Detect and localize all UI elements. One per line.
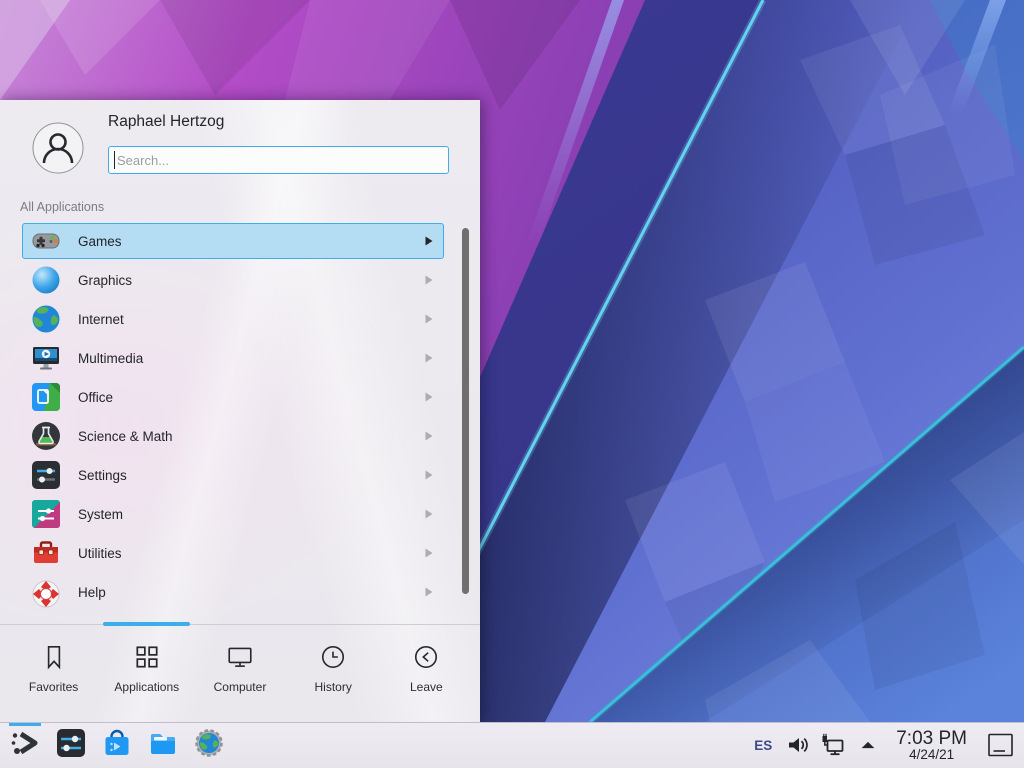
user-avatar[interactable]: [32, 122, 84, 174]
multimedia-monitor-icon: [30, 342, 62, 374]
chevron-right-icon: [425, 509, 433, 519]
scrollbar-thumb[interactable]: [462, 228, 469, 594]
category-games[interactable]: Games: [22, 223, 444, 259]
category-label: Utilities: [78, 546, 425, 561]
category-science-math[interactable]: Science & Math: [22, 418, 444, 454]
computer-monitor-icon: [226, 643, 254, 671]
system-settings-button[interactable]: [52, 727, 90, 765]
chevron-right-icon: [425, 236, 433, 246]
chevron-right-icon: [425, 431, 433, 441]
help-lifebuoy-icon: [30, 576, 62, 608]
system-tray: ES: [754, 729, 1014, 762]
games-gamepad-icon: [30, 225, 62, 257]
show-desktop-icon: [987, 731, 1014, 759]
category-label: Settings: [78, 468, 425, 483]
category-label: Games: [78, 234, 425, 249]
search-input[interactable]: [108, 146, 449, 174]
kickoff-icon: [9, 727, 41, 764]
clock-time: 7:03 PM: [896, 729, 967, 748]
tab-label: Leave: [410, 680, 443, 694]
keyboard-layout-indicator[interactable]: ES: [754, 738, 772, 753]
tab-label: Favorites: [29, 680, 78, 694]
volume-icon[interactable]: [785, 732, 811, 758]
folder-icon: [147, 727, 179, 764]
category-office[interactable]: Office: [22, 379, 444, 415]
chevron-right-icon: [425, 314, 433, 324]
active-task-indicator: [9, 723, 41, 726]
chevron-right-icon: [425, 275, 433, 285]
chevron-right-icon: [425, 587, 433, 597]
utilities-toolbox-icon: [30, 537, 62, 569]
file-manager-button[interactable]: [144, 727, 182, 765]
category-label: Science & Math: [78, 429, 425, 444]
category-utilities[interactable]: Utilities: [22, 535, 444, 571]
globe-gear-icon: [193, 727, 225, 764]
category-label: System: [78, 507, 425, 522]
show-desktop-button[interactable]: [987, 731, 1014, 759]
digital-clock[interactable]: 7:03 PM 4/24/21: [896, 729, 967, 762]
app-grid-icon: [133, 643, 161, 671]
category-settings[interactable]: Settings: [22, 457, 444, 493]
discover-bag-icon: [101, 727, 133, 764]
category-multimedia[interactable]: Multimedia: [22, 340, 444, 376]
application-launcher-button[interactable]: [6, 727, 44, 765]
chevron-right-icon: [425, 470, 433, 480]
category-internet[interactable]: Internet: [22, 301, 444, 337]
web-browser-button[interactable]: [190, 727, 228, 765]
graphics-sphere-icon: [30, 264, 62, 296]
section-label: All Applications: [20, 200, 104, 214]
application-launcher-popup: Raphael Hertzog All Applications: [0, 100, 480, 722]
tab-history[interactable]: History: [287, 625, 380, 722]
tab-favorites[interactable]: Favorites: [7, 625, 100, 722]
settings-sliders-icon: [30, 459, 62, 491]
category-label: Help: [78, 585, 425, 600]
office-document-icon: [30, 381, 62, 413]
clock-date: 4/24/21: [896, 748, 967, 762]
chevron-right-icon: [425, 548, 433, 558]
chevron-right-icon: [425, 353, 433, 363]
category-label: Internet: [78, 312, 425, 327]
tab-label: History: [314, 680, 351, 694]
chevron-right-icon: [425, 392, 433, 402]
category-graphics[interactable]: Graphics: [22, 262, 444, 298]
tab-label: Applications: [114, 680, 179, 694]
leave-back-icon: [412, 643, 440, 671]
tab-label: Computer: [214, 680, 267, 694]
category-list: Games Graphics: [0, 220, 480, 623]
desktop: Raphael Hertzog All Applications: [0, 0, 1024, 768]
active-tab-indicator: [103, 622, 190, 626]
science-flask-icon: [30, 420, 62, 452]
category-label: Multimedia: [78, 351, 425, 366]
internet-globe-icon: [30, 303, 62, 335]
category-help[interactable]: Help: [22, 574, 444, 610]
taskbar-panel: ES: [0, 722, 1024, 768]
text-caret: [114, 151, 115, 169]
expand-tray-caret-icon[interactable]: [855, 732, 881, 758]
tab-computer[interactable]: Computer: [193, 625, 286, 722]
user-name: Raphael Hertzog: [108, 113, 224, 131]
launcher-tabbar: Favorites Applications: [0, 624, 480, 722]
search-field-wrap: [108, 146, 449, 174]
system-sliders-icon: [30, 498, 62, 530]
category-label: Office: [78, 390, 425, 405]
tab-leave[interactable]: Leave: [380, 625, 473, 722]
tab-applications[interactable]: Applications: [100, 625, 193, 722]
discover-button[interactable]: [98, 727, 136, 765]
network-wired-icon[interactable]: [820, 732, 846, 758]
category-label: Graphics: [78, 273, 425, 288]
history-clock-icon: [319, 643, 347, 671]
bookmark-icon: [40, 643, 68, 671]
system-settings-icon: [55, 727, 87, 764]
scrollbar-track: [462, 228, 469, 594]
category-system[interactable]: System: [22, 496, 444, 532]
